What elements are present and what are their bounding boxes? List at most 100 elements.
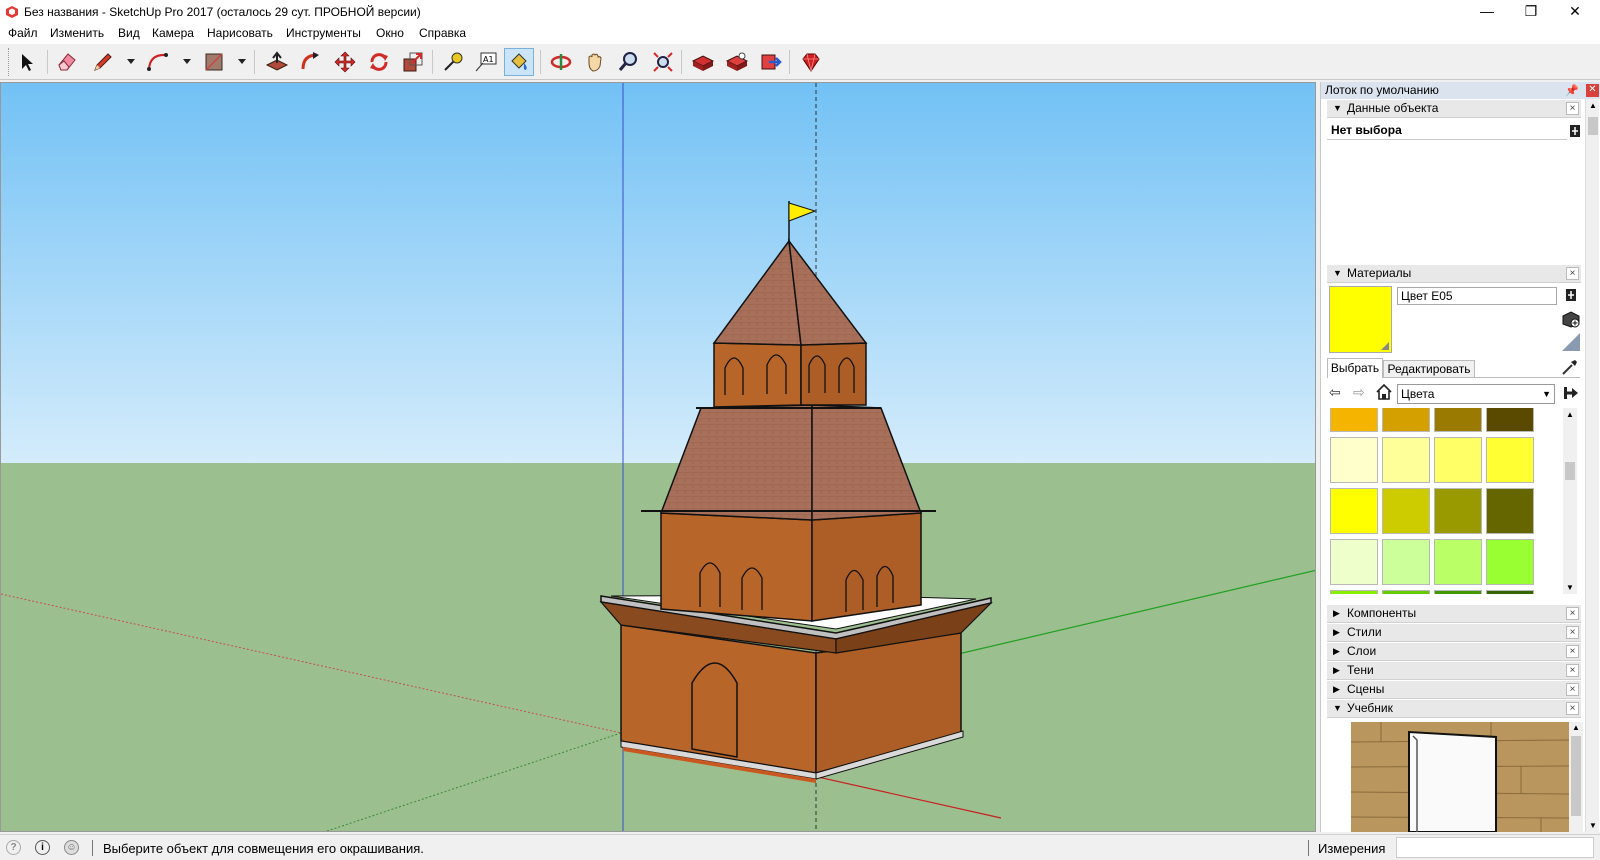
instructor-header[interactable]: ▼ Учебник × bbox=[1327, 700, 1581, 718]
scale-icon[interactable] bbox=[398, 48, 428, 76]
geo-location-icon[interactable]: ? bbox=[6, 840, 21, 855]
close-icon[interactable]: × bbox=[1566, 683, 1579, 696]
styles-header[interactable]: ▶ Стили × bbox=[1327, 624, 1581, 642]
details-toggle-icon[interactable] bbox=[1569, 124, 1581, 138]
menu-window[interactable]: Окно bbox=[376, 26, 404, 40]
pin-icon[interactable]: 📌 bbox=[1565, 83, 1579, 99]
zoom-extents-icon[interactable] bbox=[648, 48, 678, 76]
material-name-input[interactable] bbox=[1397, 287, 1557, 305]
close-icon[interactable]: × bbox=[1566, 102, 1579, 115]
close-icon[interactable]: × bbox=[1566, 607, 1579, 620]
create-material-icon[interactable] bbox=[1565, 288, 1577, 302]
scroll-thumb[interactable] bbox=[1565, 462, 1575, 480]
chevron-down-icon[interactable] bbox=[126, 56, 136, 66]
entity-info-header[interactable]: ▼ Данные объекта × bbox=[1327, 100, 1581, 118]
material-swatch[interactable] bbox=[1382, 437, 1430, 483]
material-swatch[interactable] bbox=[1434, 408, 1482, 432]
eraser-icon[interactable] bbox=[52, 48, 82, 76]
chevron-down-icon[interactable] bbox=[182, 56, 192, 66]
material-swatch[interactable] bbox=[1486, 590, 1534, 594]
restore-button[interactable]: ❐ bbox=[1508, 0, 1554, 24]
material-swatch[interactable] bbox=[1382, 539, 1430, 585]
pencil-icon[interactable] bbox=[88, 48, 118, 76]
menu-file[interactable]: Файл bbox=[8, 26, 38, 40]
material-swatch[interactable] bbox=[1330, 590, 1378, 594]
material-swatch[interactable] bbox=[1434, 539, 1482, 585]
material-swatch[interactable] bbox=[1486, 408, 1534, 432]
material-swatch[interactable] bbox=[1486, 539, 1534, 585]
scroll-up-icon[interactable]: ▲ bbox=[1589, 101, 1597, 110]
middle-body-right[interactable] bbox=[811, 512, 922, 622]
home-icon[interactable] bbox=[1375, 383, 1393, 401]
sample-paint-icon[interactable] bbox=[1561, 332, 1581, 352]
material-swatch[interactable] bbox=[1382, 408, 1430, 432]
material-swatch[interactable] bbox=[1330, 437, 1378, 483]
components-header[interactable]: ▶ Компоненты × bbox=[1327, 605, 1581, 623]
text-icon[interactable]: A1 bbox=[471, 48, 501, 76]
menu-camera[interactable]: Камера bbox=[152, 26, 194, 40]
scroll-down-icon[interactable]: ▼ bbox=[1566, 583, 1574, 592]
material-swatch[interactable] bbox=[1486, 488, 1534, 534]
shadows-header[interactable]: ▶ Тени × bbox=[1327, 662, 1581, 680]
details-arrow-icon[interactable] bbox=[1563, 384, 1581, 402]
menu-edit[interactable]: Изменить bbox=[50, 26, 104, 40]
close-icon[interactable]: × bbox=[1566, 664, 1579, 677]
toolbar-grip[interactable] bbox=[8, 48, 11, 76]
tab-edit[interactable]: Редактировать bbox=[1383, 360, 1475, 378]
rectangle-icon[interactable] bbox=[199, 48, 229, 76]
orbit-icon[interactable] bbox=[546, 48, 576, 76]
swatch-scrollbar[interactable]: ▲ ▼ bbox=[1563, 408, 1577, 594]
material-swatch[interactable] bbox=[1486, 437, 1534, 483]
rotate-icon[interactable] bbox=[364, 48, 394, 76]
select-icon[interactable] bbox=[12, 48, 42, 76]
material-swatch[interactable] bbox=[1330, 408, 1378, 432]
menu-help[interactable]: Справка bbox=[419, 26, 466, 40]
menu-view[interactable]: Вид bbox=[118, 26, 140, 40]
chevron-down-icon[interactable] bbox=[237, 56, 247, 66]
material-swatch[interactable] bbox=[1434, 590, 1482, 594]
close-icon[interactable]: × bbox=[1566, 267, 1579, 280]
scenes-header[interactable]: ▶ Сцены × bbox=[1327, 681, 1581, 699]
close-button[interactable]: ✕ bbox=[1552, 0, 1598, 24]
material-swatch[interactable] bbox=[1382, 590, 1430, 594]
tape-measure-icon[interactable] bbox=[438, 48, 468, 76]
menu-tools[interactable]: Инструменты bbox=[286, 26, 361, 40]
top-drum-right[interactable] bbox=[800, 342, 867, 406]
default-material-icon[interactable] bbox=[1561, 310, 1581, 328]
arc-icon[interactable] bbox=[143, 48, 173, 76]
measurements-input[interactable] bbox=[1396, 837, 1594, 858]
scroll-up-icon[interactable]: ▲ bbox=[1566, 410, 1574, 419]
library-select[interactable]: Цвета ▼ bbox=[1397, 384, 1555, 404]
back-arrow-icon[interactable]: ⇦ bbox=[1329, 384, 1347, 402]
pan-icon[interactable] bbox=[580, 48, 610, 76]
layers-header[interactable]: ▶ Слои × bbox=[1327, 643, 1581, 661]
tab-select[interactable]: Выбрать bbox=[1327, 358, 1383, 378]
scroll-down-icon[interactable]: ▼ bbox=[1589, 821, 1597, 830]
material-swatch[interactable] bbox=[1382, 488, 1430, 534]
materials-header[interactable]: ▼ Материалы × bbox=[1327, 265, 1581, 283]
close-icon[interactable]: × bbox=[1566, 626, 1579, 639]
model-viewport[interactable] bbox=[0, 82, 1316, 832]
top-drum-left[interactable] bbox=[713, 342, 802, 408]
ruby-icon[interactable] bbox=[796, 48, 826, 76]
material-swatch[interactable] bbox=[1330, 539, 1378, 585]
tray-scrollbar[interactable]: ▲ ▼ bbox=[1585, 99, 1599, 832]
zoom-icon[interactable] bbox=[614, 48, 644, 76]
close-icon[interactable]: × bbox=[1566, 645, 1579, 658]
tower-door[interactable] bbox=[691, 662, 738, 758]
material-swatch[interactable] bbox=[1434, 488, 1482, 534]
send-to-layout-icon[interactable] bbox=[756, 48, 786, 76]
material-swatch[interactable] bbox=[1434, 437, 1482, 483]
info-icon[interactable]: i bbox=[35, 840, 50, 855]
eyedropper-icon[interactable] bbox=[1561, 358, 1579, 376]
push-pull-icon[interactable] bbox=[262, 48, 292, 76]
user-account-icon[interactable]: ☺ bbox=[64, 840, 79, 855]
minimize-button[interactable]: — bbox=[1464, 0, 1510, 24]
material-swatch[interactable] bbox=[1330, 488, 1378, 534]
forward-arrow-icon[interactable]: ⇨ bbox=[1353, 384, 1371, 402]
middle-body-left[interactable] bbox=[660, 512, 813, 622]
current-material-swatch[interactable] bbox=[1329, 286, 1392, 353]
warehouse-icon[interactable] bbox=[688, 48, 718, 76]
instructor-scrollbar[interactable]: ▲ bbox=[1569, 722, 1583, 832]
paint-bucket-icon[interactable] bbox=[504, 48, 534, 76]
